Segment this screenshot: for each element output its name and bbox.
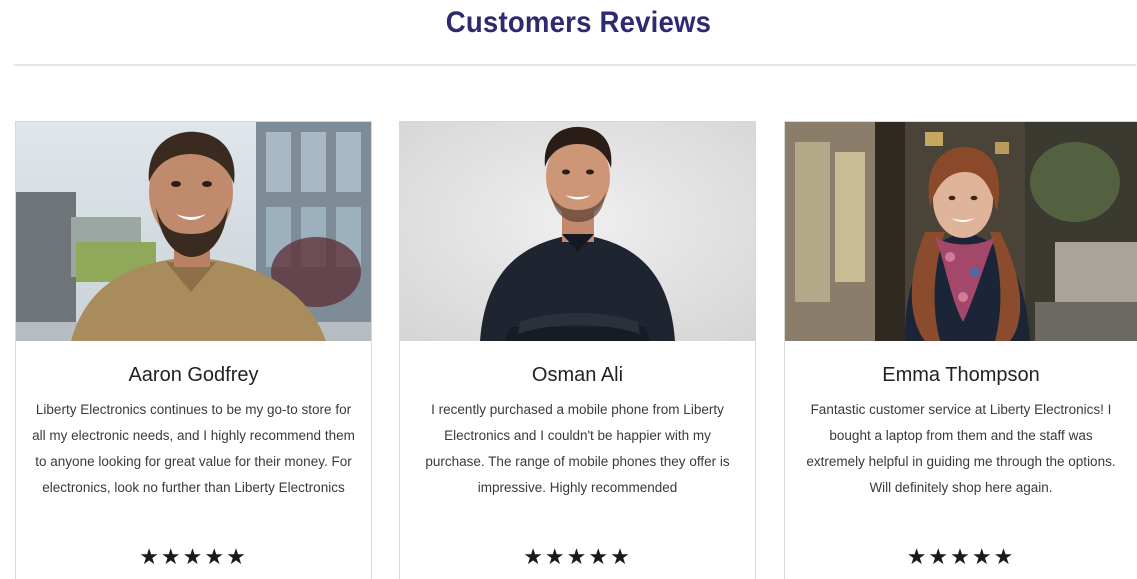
reviewer-name: Aaron Godfrey — [128, 364, 259, 386]
reviewer-name: Osman Ali — [531, 364, 624, 386]
review-text: Liberty Electronics continues to be my g… — [32, 402, 355, 495]
star-rating: ★★★★★ — [906, 544, 1016, 569]
section-title: Customers Reviews — [445, 6, 712, 39]
title-divider — [14, 64, 1136, 66]
review-cards: Aaron Godfrey Liberty Electronics contin… — [15, 121, 1137, 579]
star-rating: ★★★★★ — [139, 544, 248, 569]
review-card-aaron: Aaron Godfrey Liberty Electronics contin… — [15, 121, 372, 579]
reviewer-photo — [400, 122, 755, 341]
review-card-emma: Emma Thompson Fantastic customer service… — [784, 121, 1137, 579]
reviews-page: Customers Reviews Aaron Godfrey Liberty … — [0, 0, 1137, 579]
reviewer-photo-image — [785, 122, 1137, 341]
star-rating: ★★★★★ — [523, 544, 632, 569]
review-text: I recently purchased a mobile phone from… — [425, 402, 730, 495]
reviewer-name: Emma Thompson — [882, 364, 1040, 386]
reviewer-photo-image — [16, 122, 371, 341]
reviewer-photo-image — [400, 122, 755, 341]
review-card-osman: Osman Ali I recently purchased a mobile … — [399, 121, 756, 579]
review-text: Fantastic customer service at Liberty El… — [806, 402, 1116, 495]
reviewer-photo — [785, 122, 1137, 341]
reviewer-photo — [16, 122, 371, 341]
